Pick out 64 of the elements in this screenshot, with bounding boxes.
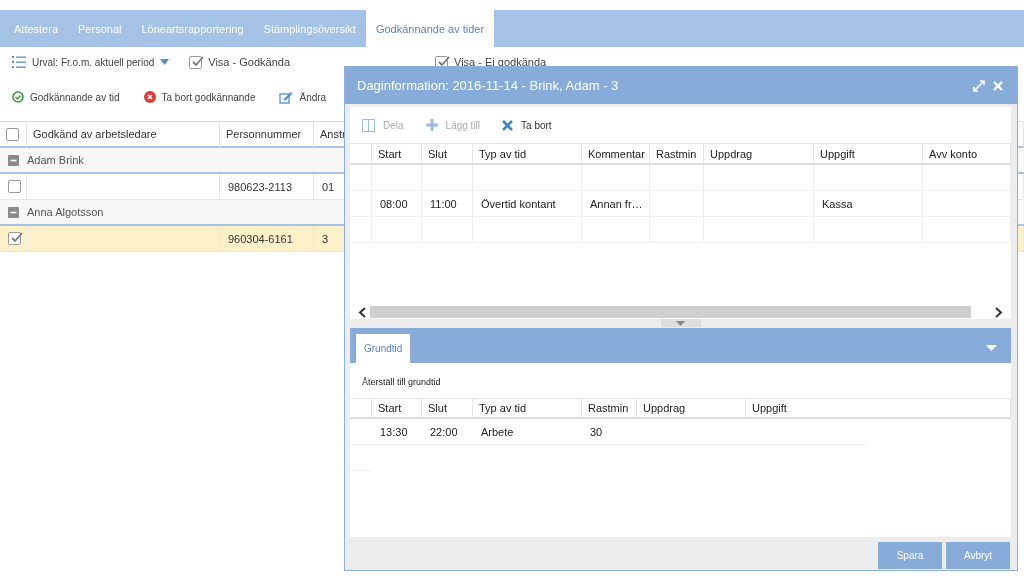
checkbox-label: Visa - Godkända [208, 56, 290, 68]
column-header[interactable]: Typ av tid [473, 143, 582, 165]
tab[interactable]: Godkännande av tider [365, 10, 495, 47]
action-link[interactable]: Godkännande av tid [30, 91, 120, 103]
collapse-icon[interactable] [8, 206, 19, 218]
scroll-left-icon[interactable] [358, 306, 366, 318]
edit-icon [279, 90, 294, 104]
action-link[interactable]: Ändra [299, 91, 327, 103]
column-header[interactable]: Start [372, 143, 422, 165]
table-cell: 08:00 [372, 191, 422, 217]
column-header[interactable]: Uppgift [814, 143, 923, 165]
column-header[interactable]: Rastmin [650, 143, 704, 165]
table-cell: Övertid kontant [473, 191, 582, 217]
table-cell: 980623-2113 [220, 174, 314, 200]
table-cell: Arbete [473, 419, 582, 445]
column-header[interactable]: Uppdrag [637, 398, 746, 419]
column-header[interactable]: Slut [422, 143, 473, 165]
check-circle-icon [12, 91, 24, 103]
row-checkbox[interactable] [8, 180, 21, 193]
empty-cell [422, 165, 473, 191]
table-cell: Kassa [814, 191, 923, 217]
row-checkbox[interactable] [8, 232, 21, 245]
column-header[interactable]: Typ av tid [473, 398, 582, 419]
action-link[interactable]: Ta bort godkännande [161, 91, 256, 103]
splitter-handle[interactable] [660, 319, 701, 327]
empty-cell [582, 165, 650, 191]
column-header[interactable]: Rastmin [582, 398, 637, 419]
table-cell: 960304-6161 [220, 226, 314, 252]
table-cell: 13:30 [372, 419, 422, 445]
reset-link[interactable]: Återställ till grundtid [350, 363, 1011, 398]
empty-cell [650, 165, 704, 191]
toolbar-button[interactable]: Ta bort [502, 119, 552, 131]
close-icon[interactable] [993, 80, 1003, 91]
maximize-icon[interactable] [973, 79, 985, 92]
table-cell: 30 [582, 419, 637, 445]
table-cell: Annan fr… [582, 191, 650, 217]
column-header[interactable]: Avv konto [923, 143, 1011, 165]
table-cell: 22:00 [422, 419, 473, 445]
corner-header [350, 398, 372, 419]
collapse-icon[interactable] [8, 154, 19, 166]
delete-icon [502, 119, 514, 131]
group-name: Adam Brink [27, 154, 84, 166]
caret-icon[interactable] [160, 59, 170, 65]
empty-cell [372, 165, 422, 191]
filter-dropdown[interactable]: Urval: Fr.o.m. aktuell period [32, 56, 155, 68]
row-header [350, 165, 372, 191]
column-header[interactable]: Kommentar [582, 143, 650, 165]
checkbox[interactable] [189, 55, 203, 69]
columns-icon [362, 118, 375, 132]
plus-icon [425, 119, 438, 131]
scroll-right-icon[interactable] [995, 306, 1003, 318]
table-cell: 11:00 [422, 191, 473, 217]
group-name: Anna Algotsson [27, 206, 104, 218]
dropdown-caret-icon[interactable] [986, 345, 997, 351]
remove-circle-icon [143, 91, 156, 103]
select-all-checkbox[interactable] [6, 127, 19, 141]
tab[interactable]: Grundtid [356, 334, 411, 363]
corner-header [350, 143, 372, 165]
dialog-title: Daginformation: 2016-11-14 - Brink, Adam - 3 [357, 78, 620, 93]
column-header[interactable]: Uppgift [746, 398, 1011, 419]
column-header[interactable]: Slut [422, 398, 473, 419]
column-header[interactable]: Start [372, 398, 422, 419]
column-header[interactable]: Uppdrag [704, 143, 814, 165]
list-icon [12, 55, 26, 69]
